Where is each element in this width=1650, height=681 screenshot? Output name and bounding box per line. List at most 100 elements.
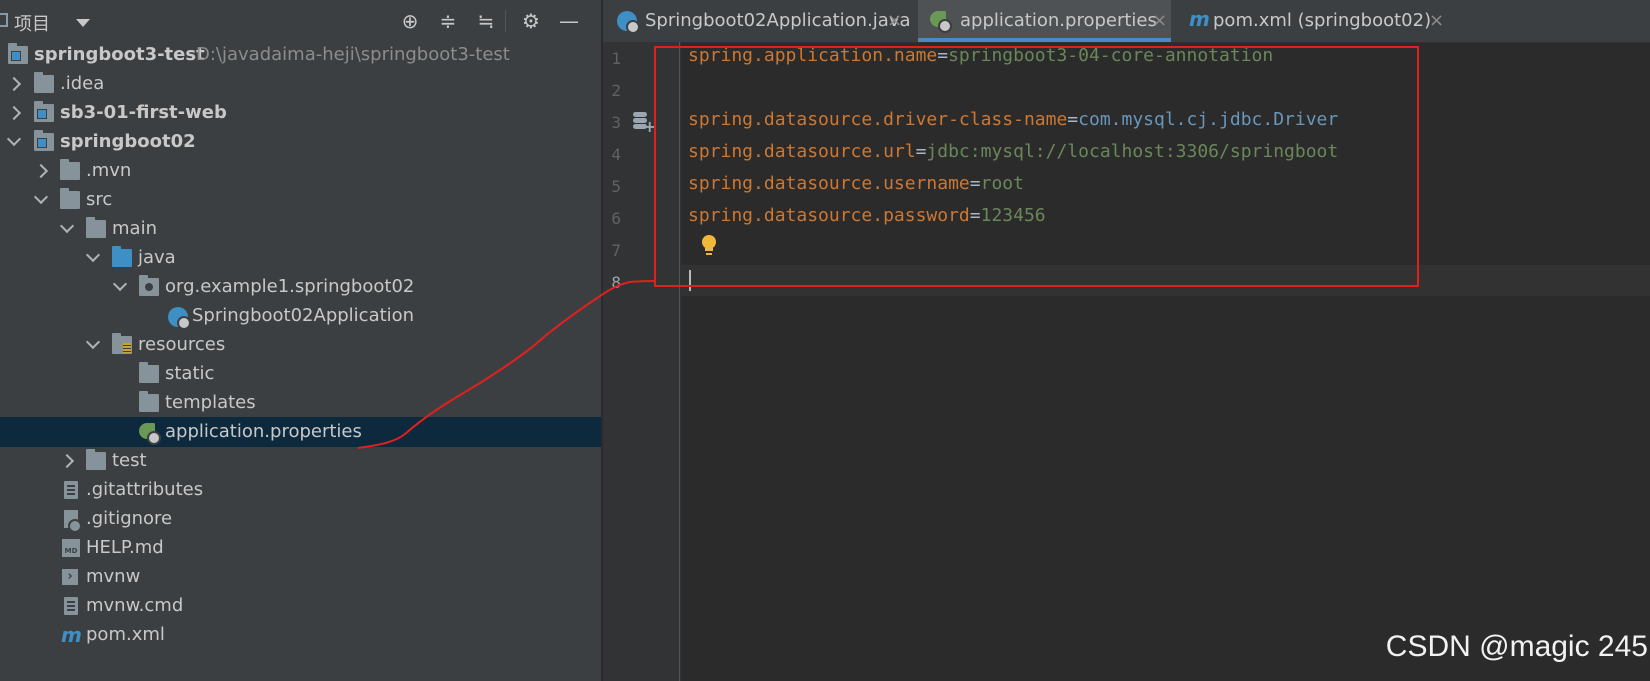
project-panel: 项目 ⊕ ≑ ≒ ⚙ — springboot3-test D:\javadai… xyxy=(0,0,601,681)
resources-folder-icon xyxy=(112,333,132,354)
folder-icon xyxy=(60,188,80,209)
chevron-down-icon[interactable] xyxy=(76,19,90,27)
tree-item-label: .idea xyxy=(60,73,105,94)
close-icon[interactable]: × xyxy=(887,0,902,42)
toolbar-separator xyxy=(505,10,506,32)
tree-item-label: org.example1.springboot02 xyxy=(165,276,415,297)
tree-item-gitignore[interactable]: .gitignore xyxy=(0,504,601,534)
tab-springboot02application-java[interactable]: Springboot02Application.java × xyxy=(603,0,911,42)
folder-icon xyxy=(60,159,80,180)
tree-item-mvnw-cmd[interactable]: mvnw.cmd xyxy=(0,591,601,621)
folder-icon xyxy=(86,449,106,470)
close-icon[interactable]: × xyxy=(1429,0,1444,42)
project-view-icon xyxy=(0,13,8,27)
gitignore-file-icon xyxy=(64,510,82,533)
chevron-right-icon[interactable] xyxy=(33,156,49,186)
tree-item-application-properties[interactable]: application.properties xyxy=(0,417,601,447)
tree-item-label: main xyxy=(112,218,157,239)
chevron-down-icon[interactable] xyxy=(85,330,101,360)
minimize-icon[interactable]: — xyxy=(556,8,582,34)
chevron-down-icon[interactable] xyxy=(112,272,128,302)
tree-item-springboot3-test[interactable]: springboot3-test D:\javadaima-heji\sprin… xyxy=(0,40,601,70)
tree-item-springboot02application[interactable]: Springboot02Application xyxy=(0,301,601,331)
tree-item-sb3-01-first-web[interactable]: sb3-01-first-web xyxy=(0,98,601,128)
chevron-right-icon[interactable] xyxy=(6,98,22,128)
chevron-right-icon[interactable] xyxy=(59,446,75,476)
tree-item-springboot02[interactable]: springboot02 xyxy=(0,127,601,157)
project-toolbar: 项目 ⊕ ≑ ≒ ⚙ — xyxy=(0,0,601,42)
tree-item-label: springboot02 xyxy=(60,131,196,152)
folder-icon xyxy=(139,391,159,412)
close-icon[interactable]: × xyxy=(1152,0,1167,42)
line-number: 8 xyxy=(611,273,621,292)
tree-item-test[interactable]: test xyxy=(0,446,601,476)
shell-script-icon: › xyxy=(62,569,78,585)
folder-icon xyxy=(139,362,159,383)
maven-icon: m xyxy=(1189,7,1210,31)
chevron-down-icon[interactable] xyxy=(33,185,49,215)
collapse-all-icon[interactable]: ≒ xyxy=(473,8,499,34)
tree-item-static[interactable]: static xyxy=(0,359,601,389)
tree-item-label: .gitattributes xyxy=(86,479,204,500)
module-folder-icon xyxy=(8,43,28,64)
tab-label: application.properties xyxy=(960,10,1157,31)
tree-item-gitattributes[interactable]: .gitattributes xyxy=(0,475,601,505)
module-folder-icon xyxy=(34,130,54,151)
tree-item-label: mvnw xyxy=(86,566,141,587)
text-file-icon xyxy=(64,481,78,499)
line-number: 7 xyxy=(611,241,621,260)
tree-item-label: templates xyxy=(165,392,256,413)
tree-item-label: application.properties xyxy=(165,421,362,442)
gear-icon[interactable]: ⚙ xyxy=(518,8,544,34)
module-folder-icon xyxy=(34,101,54,122)
tree-item-mvnw[interactable]: › mvnw xyxy=(0,562,601,592)
tree-item-label: test xyxy=(112,450,147,471)
watermark: CSDN @magic 245 xyxy=(1385,630,1648,663)
package-icon xyxy=(139,275,159,296)
tree-item-resources[interactable]: resources xyxy=(0,330,601,360)
chevron-right-icon[interactable] xyxy=(6,69,22,99)
tree-item-label: java xyxy=(138,247,176,268)
tree-item-src[interactable]: src xyxy=(0,185,601,215)
locate-icon[interactable]: ⊕ xyxy=(397,8,423,34)
line-number: 6 xyxy=(611,209,621,228)
line-number: 1 xyxy=(611,49,621,68)
tree-item-label: resources xyxy=(138,334,226,355)
tab-pom-xml[interactable]: m pom.xml (springboot02) × xyxy=(1181,0,1453,42)
tree-item-label: sb3-01-first-web xyxy=(60,102,227,123)
line-number: 2 xyxy=(611,81,621,100)
tree-item-label: src xyxy=(86,189,113,210)
markdown-file-icon: MD xyxy=(62,539,80,557)
tab-application-properties[interactable]: application.properties × xyxy=(918,0,1171,42)
text-file-icon xyxy=(64,597,78,615)
tree-item-label: mvnw.cmd xyxy=(86,595,184,616)
folder-icon xyxy=(34,72,54,93)
line-number: 5 xyxy=(611,177,621,196)
tree-item-label: springboot3-test xyxy=(34,44,205,65)
tab-label: pom.xml (springboot02) xyxy=(1213,10,1432,31)
tree-item-main[interactable]: main xyxy=(0,214,601,244)
spring-boot-class-icon xyxy=(617,11,640,34)
tree-item-templates[interactable]: templates xyxy=(0,388,601,418)
project-panel-title[interactable]: 项目 xyxy=(14,10,50,36)
tree-item-label: Springboot02Application xyxy=(192,305,415,326)
tree-item-help-md[interactable]: MD HELP.md xyxy=(0,533,601,563)
datasource-gutter-icon[interactable]: + xyxy=(631,111,656,135)
tree-item-idea[interactable]: .idea xyxy=(0,69,601,99)
chevron-down-icon[interactable] xyxy=(85,243,101,273)
editor-tab-bar: Springboot02Application.java × applicati… xyxy=(603,0,1650,43)
chevron-down-icon[interactable] xyxy=(59,214,75,244)
spring-boot-class-icon xyxy=(168,307,191,330)
tree-item-package[interactable]: org.example1.springboot02 xyxy=(0,272,601,302)
tree-item-pom-xml[interactable]: m pom.xml xyxy=(0,620,601,650)
expand-all-icon[interactable]: ≑ xyxy=(435,8,461,34)
tree-item-java[interactable]: java xyxy=(0,243,601,273)
tree-item-mvn[interactable]: .mvn xyxy=(0,156,601,186)
tree-item-label: HELP.md xyxy=(86,537,164,558)
tree-item-label: static xyxy=(165,363,215,384)
maven-icon: m xyxy=(61,623,82,647)
tree-item-label: .gitignore xyxy=(86,508,173,529)
annotation-highlight-box xyxy=(654,46,1419,287)
chevron-down-icon[interactable] xyxy=(6,127,22,157)
folder-icon xyxy=(86,217,106,238)
